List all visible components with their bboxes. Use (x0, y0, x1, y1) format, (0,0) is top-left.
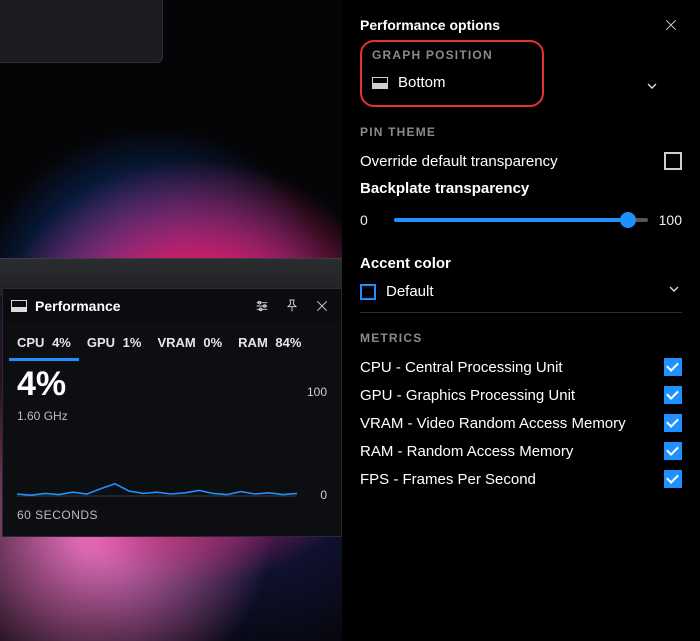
y-axis-min: 0 (320, 488, 327, 502)
performance-widget: Performance CPU 4% GPU 1% VRAM 0% RAM 84… (2, 288, 342, 537)
options-header: Performance options (360, 10, 682, 40)
override-transparency-checkbox[interactable] (664, 152, 682, 170)
tab-label: GPU (87, 335, 115, 350)
accent-color-select[interactable]: Default (360, 277, 682, 306)
tab-value: 84% (275, 335, 301, 350)
chevron-down-icon[interactable] (640, 78, 660, 99)
performance-options-panel: Performance options GRAPH POSITION Botto… (342, 0, 700, 641)
sparkline (17, 437, 297, 497)
tab-label: RAM (238, 335, 268, 350)
tab-cpu[interactable]: CPU 4% (9, 329, 79, 361)
chevron-down-icon[interactable] (662, 281, 682, 302)
backplate-transparency-slider[interactable]: 0 100 (360, 212, 682, 228)
accent-color-label-row: Accent color (360, 250, 682, 277)
metric-row[interactable]: VRAM - Video Random Access Memory (360, 409, 682, 437)
accent-swatch-icon (360, 284, 376, 300)
tab-label: VRAM (157, 335, 195, 350)
close-icon[interactable] (311, 295, 333, 317)
divider (360, 312, 682, 313)
tab-value: 1% (123, 335, 142, 350)
tab-vram[interactable]: VRAM 0% (149, 329, 230, 361)
primary-value: 4% (17, 367, 327, 401)
slider-thumb[interactable] (620, 212, 636, 228)
metric-checkbox[interactable] (664, 470, 682, 488)
tab-value: 4% (52, 335, 71, 350)
metrics-list: CPU - Central Processing Unit GPU - Graph… (360, 353, 682, 493)
accent-color-label: Accent color (360, 255, 682, 272)
options-title: Performance options (360, 17, 660, 33)
x-axis-label: 60 SECONDS (17, 508, 327, 522)
tab-value: 0% (203, 335, 222, 350)
metric-row[interactable]: FPS - Frames Per Second (360, 465, 682, 493)
performance-title: Performance (35, 298, 243, 314)
performance-body: 4% 1.60 GHz 100 0 60 SECONDS (3, 361, 341, 536)
metric-checkbox[interactable] (664, 386, 682, 404)
metric-row[interactable]: CPU - Central Processing Unit (360, 353, 682, 381)
slider-fill (394, 218, 628, 222)
metric-label: GPU - Graphics Processing Unit (360, 387, 664, 404)
position-bottom-icon (372, 77, 388, 89)
slider-track[interactable] (394, 218, 648, 222)
performance-header[interactable]: Performance (3, 289, 341, 323)
metric-label: CPU - Central Processing Unit (360, 359, 664, 376)
graph-position-highlight: GRAPH POSITION Bottom (360, 40, 544, 107)
metric-row[interactable]: GPU - Graphics Processing Unit (360, 381, 682, 409)
metric-label: RAM - Random Access Memory (360, 443, 664, 460)
metric-label: VRAM - Video Random Access Memory (360, 415, 664, 432)
metric-checkbox[interactable] (664, 414, 682, 432)
section-label-pin-theme: PIN THEME (360, 125, 682, 139)
backplate-transparency-label-row: Backplate transparency (360, 175, 682, 202)
pin-icon[interactable] (281, 295, 303, 317)
metric-row[interactable]: RAM - Random Access Memory (360, 437, 682, 465)
usage-chart: 100 0 (17, 437, 327, 500)
performance-icon (11, 300, 27, 312)
slider-min-label: 0 (360, 212, 384, 228)
override-transparency-row[interactable]: Override default transparency (360, 147, 682, 175)
override-transparency-label: Override default transparency (360, 153, 664, 170)
metric-checkbox[interactable] (664, 358, 682, 376)
metric-label: FPS - Frames Per Second (360, 471, 664, 488)
graph-position-value: Bottom (398, 74, 532, 91)
section-label-graph-position: GRAPH POSITION (372, 48, 532, 62)
slider-max-label: 100 (658, 212, 682, 228)
graph-position-select[interactable]: Bottom (372, 70, 532, 95)
close-icon[interactable] (660, 14, 682, 36)
tab-label: CPU (17, 335, 44, 350)
secondary-value: 1.60 GHz (17, 409, 327, 423)
accent-color-value: Default (386, 283, 652, 300)
metric-tabs: CPU 4% GPU 1% VRAM 0% RAM 84% (3, 323, 341, 361)
backplate-transparency-label: Backplate transparency (360, 180, 682, 197)
metric-checkbox[interactable] (664, 442, 682, 460)
background-panel (0, 0, 163, 63)
tab-ram[interactable]: RAM 84% (230, 329, 309, 361)
tab-gpu[interactable]: GPU 1% (79, 329, 150, 361)
y-axis-max: 100 (307, 385, 327, 399)
settings-icon[interactable] (251, 295, 273, 317)
section-label-metrics: METRICS (360, 331, 682, 345)
